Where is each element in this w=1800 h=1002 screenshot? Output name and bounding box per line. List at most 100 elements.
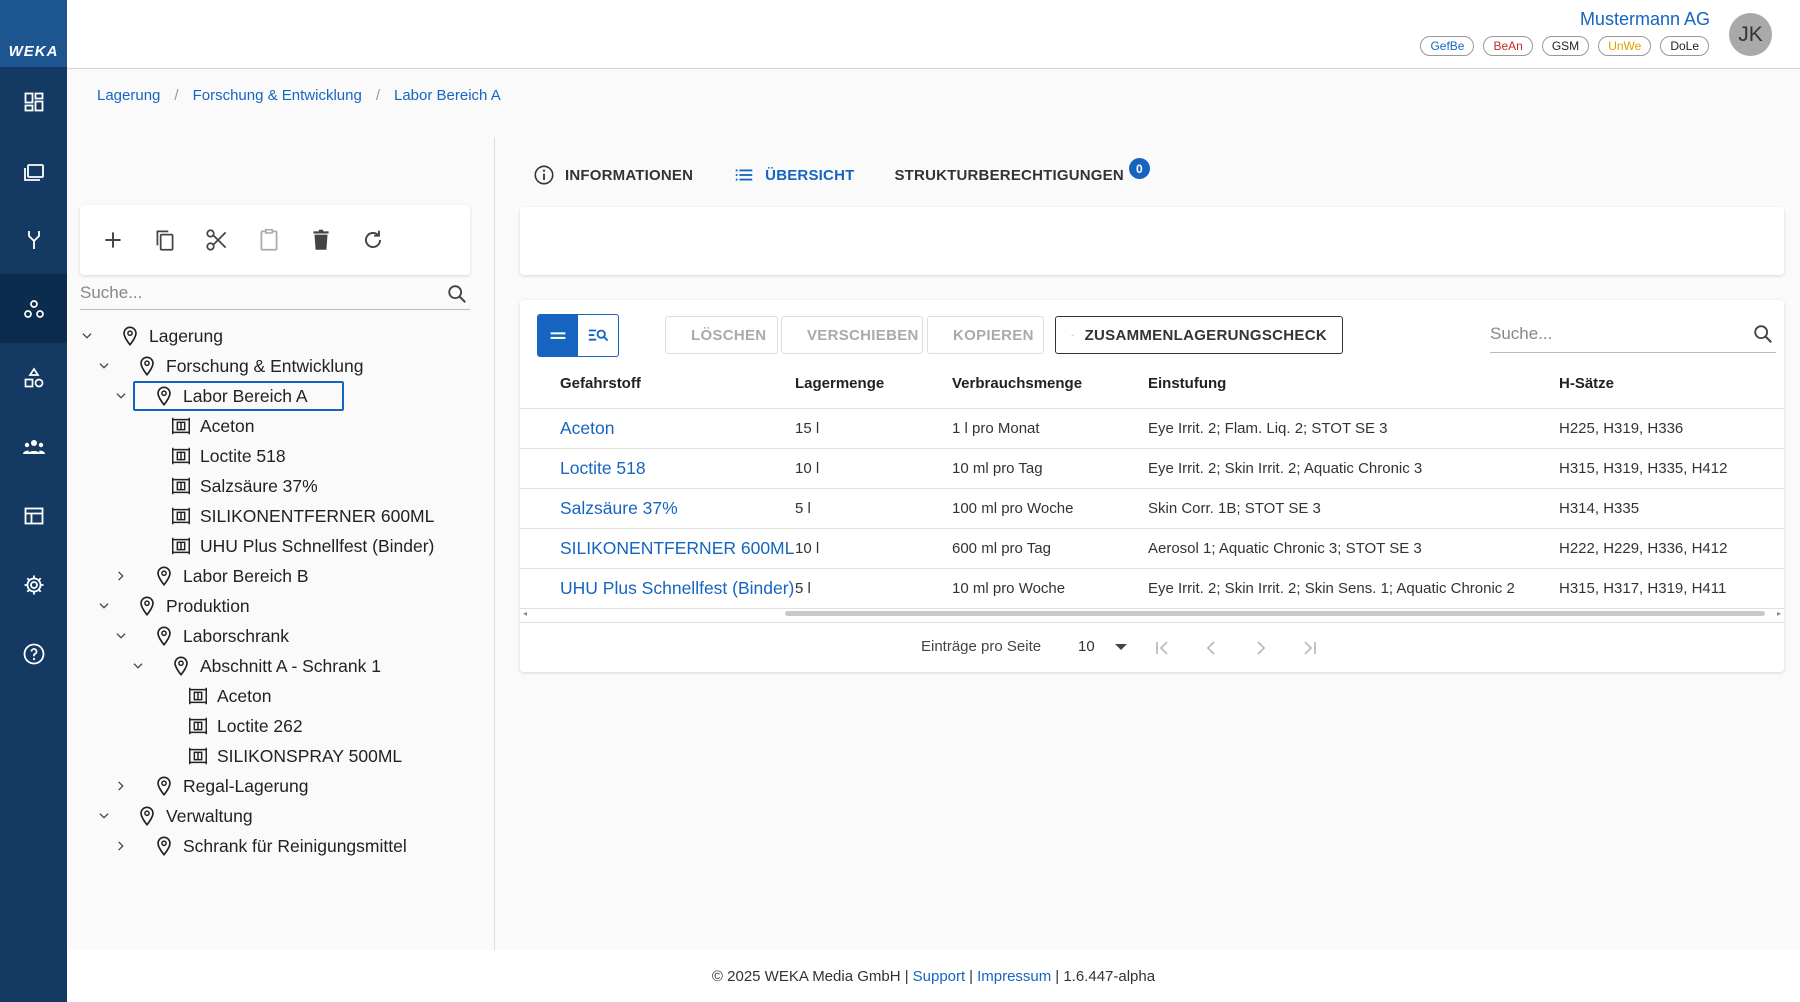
module-tag-gefbe[interactable]: GefBe: [1420, 36, 1475, 56]
chevron-down-icon[interactable]: [80, 329, 94, 343]
tree-node-location[interactable]: Laborschrank: [80, 621, 490, 651]
module-tag-unwe[interactable]: UnWe: [1598, 36, 1652, 56]
avatar[interactable]: JK: [1729, 13, 1772, 56]
tree-node-location[interactable]: Lagerung: [80, 321, 490, 351]
table-row[interactable]: SILIKONENTFERNER 600ML 10 l 600 ml pro Tag…: [520, 528, 1784, 569]
previous-page-icon[interactable]: [1199, 636, 1223, 660]
rail-item-folders[interactable]: [0, 136, 67, 205]
tab-informationen[interactable]: INFORMATIONEN: [533, 160, 693, 190]
tree-node-location[interactable]: Forschung & Entwicklung: [80, 351, 490, 381]
company-name[interactable]: Mustermann AG: [1580, 9, 1710, 30]
delete-button[interactable]: LÖSCHEN: [665, 316, 778, 354]
table-row[interactable]: Loctite 518 10 l 10 ml pro Tag Eye Irrit. 2…: [520, 448, 1784, 489]
substance-icon: [172, 537, 190, 555]
search-icon[interactable]: [446, 283, 468, 305]
table-row[interactable]: UHU Plus Schnellfest (Binder) 5 l 10 ml pr…: [520, 568, 1784, 609]
chevron-down-icon[interactable]: [97, 809, 111, 823]
cell-gefahrstoff[interactable]: Salzsäure 37%: [520, 488, 795, 529]
tree-node-substance[interactable]: Salzsäure 37%: [80, 471, 490, 501]
tree-node-location[interactable]: Regal-Lagerung: [80, 771, 490, 801]
scroll-left-arrow[interactable]: ◂: [523, 609, 527, 618]
refresh-icon[interactable]: [360, 227, 386, 253]
rail-item-dashboard[interactable]: [0, 67, 67, 136]
paste-icon[interactable]: [256, 227, 282, 253]
breadcrumb-item-labor-a[interactable]: Labor Bereich A: [394, 87, 501, 104]
impressum-link[interactable]: Impressum: [977, 968, 1051, 985]
tree-search-input[interactable]: [80, 278, 430, 308]
delete-icon[interactable]: [308, 227, 334, 253]
column-header-einstufung[interactable]: Einstufung: [1148, 360, 1559, 409]
chevron-right-icon[interactable]: [114, 779, 128, 793]
tree-node-substance[interactable]: SILIKONENTFERNER 600ML: [80, 501, 490, 531]
weka-logo[interactable]: WEKA: [0, 0, 67, 67]
tree-node-location[interactable]: Schrank für Reinigungsmittel: [80, 831, 490, 861]
copy-icon[interactable]: [152, 227, 178, 253]
chevron-down-icon[interactable]: [114, 389, 128, 403]
tree-node-location[interactable]: Verwaltung: [80, 801, 490, 831]
tree-node-substance[interactable]: UHU Plus Schnellfest (Binder): [80, 531, 490, 561]
module-tag-dole[interactable]: DoLe: [1660, 36, 1709, 56]
cell-gefahrstoff[interactable]: Aceton: [520, 408, 795, 449]
tab-strukturberechtigungen[interactable]: STRUKTURBERECHTIGUNGEN 0: [894, 158, 1150, 190]
tree-node-substance[interactable]: SILIKONSPRAY 500ML: [80, 741, 490, 771]
rail-item-hazmat-storage[interactable]: [0, 274, 67, 343]
tree-node-substance[interactable]: Loctite 262: [80, 711, 490, 741]
column-header-h-saetze[interactable]: H-Sätze: [1559, 360, 1784, 409]
list-view-button[interactable]: [538, 315, 578, 356]
page-size-select[interactable]: 10: [1078, 638, 1095, 655]
next-page-icon[interactable]: [1249, 636, 1273, 660]
cell-einstufung: Aerosol 1; Aquatic Chronic 3; STOT SE 3: [1148, 528, 1559, 569]
tree-node-substance[interactable]: Loctite 518: [80, 441, 490, 471]
column-header-verbrauchsmenge[interactable]: Verbrauchsmenge: [952, 360, 1148, 409]
chevron-down-icon[interactable]: [97, 359, 111, 373]
chevron-down-icon[interactable]: [131, 659, 145, 673]
move-button[interactable]: VERSCHIEBEN: [781, 316, 923, 354]
add-icon[interactable]: [100, 227, 126, 253]
tree-node-label: Verwaltung: [166, 805, 253, 826]
rail-item-settings[interactable]: [0, 550, 67, 619]
copy-button[interactable]: KOPIEREN: [927, 316, 1044, 354]
support-link[interactable]: Support: [913, 968, 966, 985]
tree-node-substance[interactable]: Aceton: [80, 411, 490, 441]
breadcrumb-item-lagerung[interactable]: Lagerung: [97, 87, 160, 104]
horizontal-scrollbar[interactable]: ◂ ▸: [520, 608, 1784, 618]
chevron-right-icon[interactable]: [114, 569, 128, 583]
delete-button-label: LÖSCHEN: [691, 326, 767, 344]
chevron-down-icon[interactable]: [97, 599, 111, 613]
rail-item-table-layout[interactable]: [0, 481, 67, 550]
rail-item-group[interactable]: [0, 412, 67, 481]
column-header-gefahrstoff[interactable]: Gefahrstoff: [520, 360, 795, 409]
tree-node-location[interactable]: Produktion: [80, 591, 490, 621]
dropdown-arrow-icon[interactable]: [1115, 644, 1127, 650]
table-row[interactable]: Salzsäure 37% 5 l 100 ml pro Woche Skin Cor…: [520, 488, 1784, 529]
first-page-icon[interactable]: [1150, 636, 1174, 660]
cell-gefahrstoff[interactable]: Loctite 518: [520, 448, 795, 489]
tree-node-location[interactable]: Abschnitt A - Schrank 1: [80, 651, 490, 681]
cell-gefahrstoff[interactable]: UHU Plus Schnellfest (Binder): [520, 568, 795, 609]
rail-item-fork[interactable]: [0, 205, 67, 274]
tab-strukturberechtigungen-label: STRUKTURBERECHTIGUNGEN: [894, 166, 1124, 184]
cut-icon[interactable]: [204, 227, 230, 253]
search-view-button[interactable]: [578, 315, 618, 356]
storage-check-button[interactable]: ZUSAMMENLAGERUNGSCHECK: [1055, 316, 1343, 354]
table-search-input[interactable]: [1490, 318, 1740, 350]
tree-node-location[interactable]: Labor Bereich B: [80, 561, 490, 591]
column-header-lagermenge[interactable]: Lagermenge: [795, 360, 952, 409]
tree-node-substance[interactable]: Aceton: [80, 681, 490, 711]
module-tag-bean[interactable]: BeAn: [1483, 36, 1533, 56]
scrollbar-thumb[interactable]: [785, 611, 1765, 616]
search-icon[interactable]: [1752, 323, 1774, 345]
tree-node-location[interactable]: Labor Bereich A: [80, 381, 490, 411]
rail-item-help[interactable]: [0, 619, 67, 688]
scroll-right-arrow[interactable]: ▸: [1777, 609, 1781, 618]
location-pin-icon: [157, 386, 171, 406]
chevron-right-icon[interactable]: [114, 839, 128, 853]
table-row[interactable]: Aceton 15 l1 l pro Monat Eye Irrit. 2; Fla…: [520, 408, 1784, 449]
chevron-down-icon[interactable]: [114, 629, 128, 643]
module-tag-gsm[interactable]: GSM: [1541, 36, 1590, 56]
last-page-icon[interactable]: [1298, 636, 1322, 660]
tab-uebersicht[interactable]: ÜBERSICHT: [733, 160, 854, 190]
cell-gefahrstoff[interactable]: SILIKONENTFERNER 600ML: [520, 528, 795, 569]
breadcrumb-item-forschung[interactable]: Forschung & Entwicklung: [193, 87, 362, 104]
rail-item-shapes[interactable]: [0, 343, 67, 412]
